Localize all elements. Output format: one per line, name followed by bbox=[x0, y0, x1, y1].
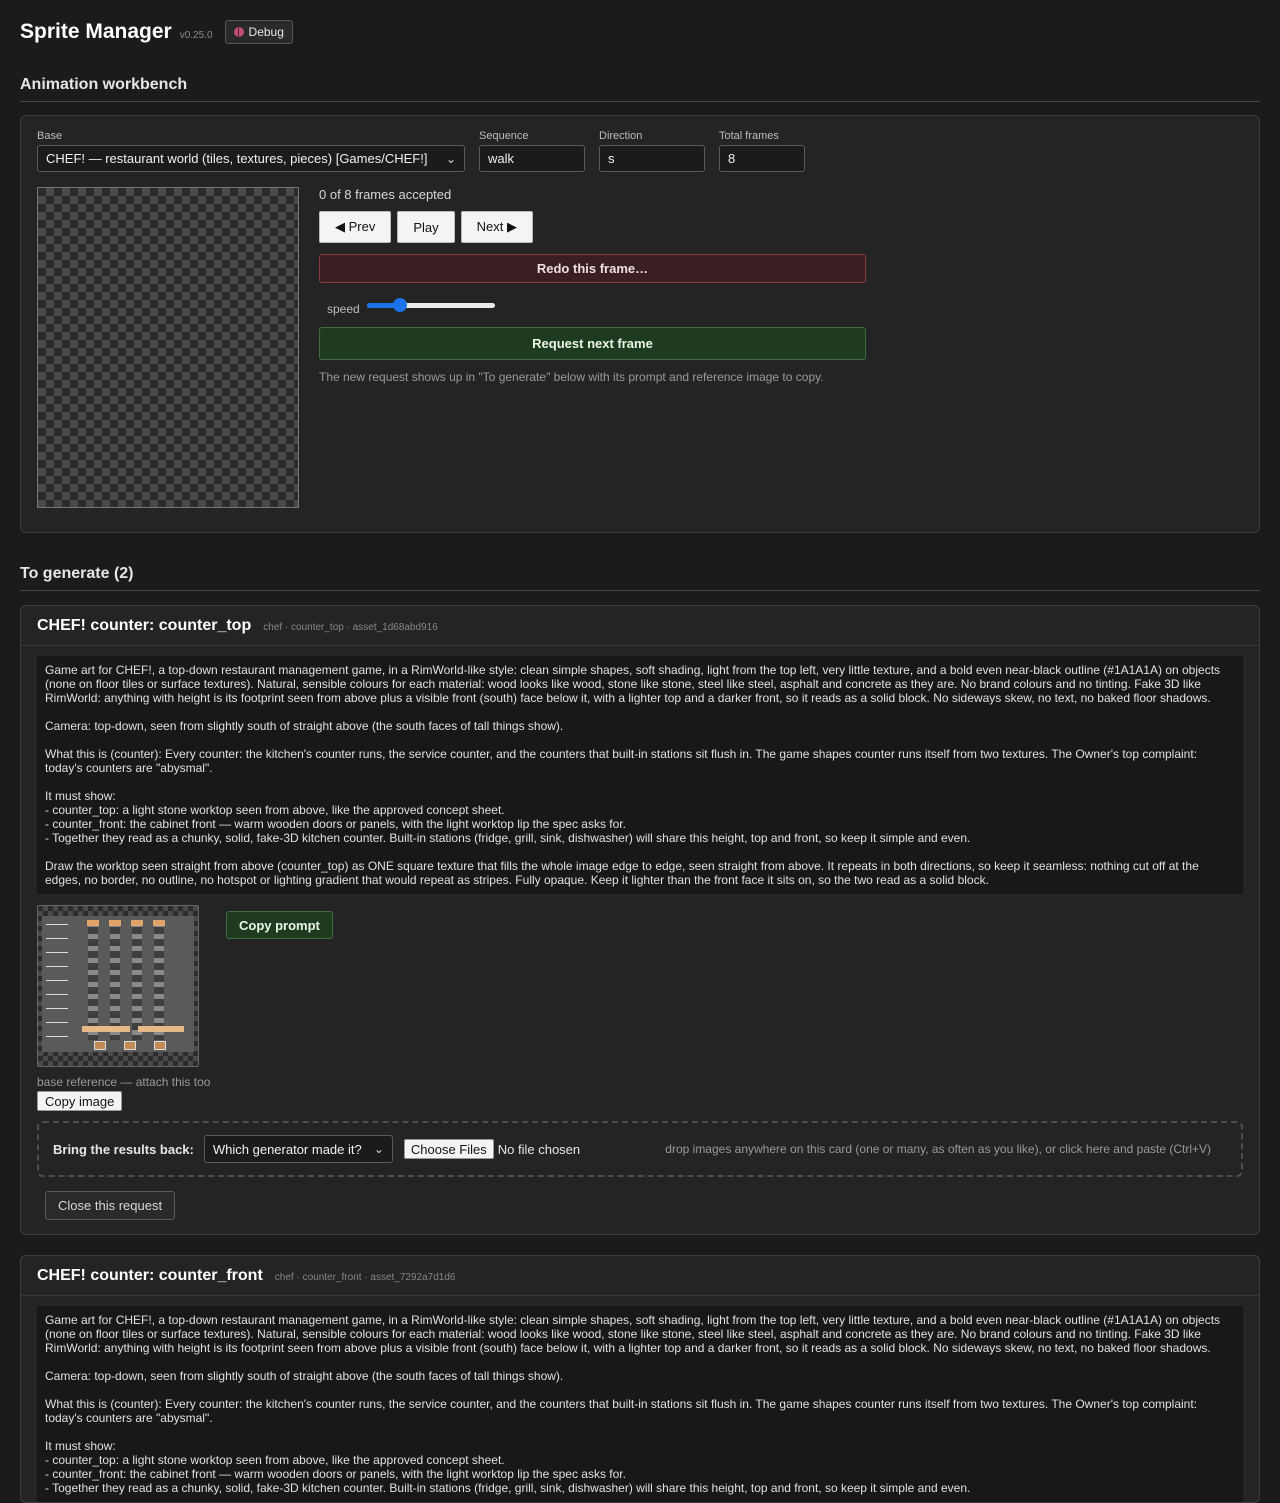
drop-hint: drop images anywhere on this card (one o… bbox=[665, 1142, 1211, 1156]
total-frames-label: Total frames bbox=[719, 130, 779, 142]
request-card: CHEF! counter: counter_top chef · counte… bbox=[20, 605, 1260, 1235]
debug-label: Debug bbox=[248, 25, 284, 39]
speed-label: speed bbox=[327, 302, 360, 316]
chevron-down-icon: ⌄ bbox=[373, 1142, 384, 1156]
generator-select-value: Which generator made it? bbox=[212, 1141, 362, 1157]
speed-slider[interactable] bbox=[366, 297, 495, 313]
speed-control: speed bbox=[319, 295, 867, 316]
close-request-button[interactable]: Close this request bbox=[45, 1191, 176, 1220]
workbench-section-title: Animation workbench bbox=[20, 64, 1260, 102]
request-meta: chef · counter_top · asset_1d68abd916 bbox=[263, 622, 438, 633]
choose-files-button[interactable]: Choose Files bbox=[403, 1139, 494, 1159]
base-field: Base CHEF! — restaurant world (tiles, te… bbox=[37, 130, 465, 172]
direction-field: Direction s bbox=[599, 130, 705, 172]
sequence-input[interactable]: walk bbox=[479, 145, 585, 172]
bring-results-label: Bring the results back: bbox=[53, 1141, 194, 1157]
playback-controls: ◀ Prev Play Next ▶ bbox=[319, 211, 867, 243]
base-select[interactable]: CHEF! — restaurant world (tiles, texture… bbox=[37, 145, 465, 172]
direction-label: Direction bbox=[599, 130, 643, 142]
total-frames-field: Total frames 8 bbox=[719, 130, 805, 172]
request-title: CHEF! counter: counter_front bbox=[37, 1267, 263, 1284]
speed-slider-thumb[interactable] bbox=[392, 298, 407, 312]
request-title: CHEF! counter: counter_top bbox=[37, 617, 252, 634]
reference-row: Copy prompt bbox=[37, 905, 1243, 1067]
sequence-field: Sequence walk bbox=[479, 130, 585, 172]
chevron-down-icon: ⌄ bbox=[445, 151, 456, 166]
prompt-text: Game art for CHEF!, a top-down restauran… bbox=[37, 1306, 1243, 1502]
workbench-body: 0 of 8 frames accepted ◀ Prev Play Next … bbox=[37, 187, 1243, 508]
concept-sheet-image bbox=[42, 916, 194, 1052]
base-select-value: CHEF! — restaurant world (tiles, texture… bbox=[46, 151, 428, 166]
prev-frame-button[interactable]: ◀ Prev bbox=[319, 211, 392, 243]
reference-caption: base reference — attach this too bbox=[37, 1075, 211, 1089]
animation-workbench: Base CHEF! — restaurant world (tiles, te… bbox=[20, 115, 1260, 533]
to-generate-section-title: To generate (2) bbox=[20, 553, 1260, 591]
copy-image-button[interactable]: Copy image bbox=[37, 1091, 123, 1111]
request-card-header: CHEF! counter: counter_front chef · coun… bbox=[21, 1256, 1259, 1296]
next-frame-button[interactable]: Next ▶ bbox=[460, 211, 533, 243]
direction-input[interactable]: s bbox=[599, 145, 705, 172]
base-label: Base bbox=[37, 130, 63, 142]
frame-controls: 0 of 8 frames accepted ◀ Prev Play Next … bbox=[319, 187, 867, 508]
request-card: CHEF! counter: counter_front chef · coun… bbox=[20, 1255, 1260, 1503]
bug-icon bbox=[233, 27, 244, 37]
total-frames-input[interactable]: 8 bbox=[719, 145, 805, 172]
frame-preview-canvas bbox=[37, 187, 299, 508]
reference-image-thumbnail bbox=[37, 905, 199, 1067]
play-button[interactable]: Play bbox=[397, 211, 455, 243]
app-version: v0.25.0 bbox=[179, 29, 213, 41]
copy-prompt-button[interactable]: Copy prompt bbox=[226, 911, 333, 939]
request-card-header: CHEF! counter: counter_top chef · counte… bbox=[21, 606, 1259, 646]
workbench-fields: Base CHEF! — restaurant world (tiles, te… bbox=[37, 130, 1243, 172]
results-dropzone[interactable]: Bring the results back: Which generator … bbox=[37, 1121, 1243, 1177]
request-meta: chef · counter_front · asset_7292a7d1d6 bbox=[274, 1272, 456, 1283]
app-header: Sprite Manager v0.25.0 Debug bbox=[20, 0, 1260, 64]
generator-select[interactable]: Which generator made it? ⌄ bbox=[203, 1135, 393, 1163]
debug-button[interactable]: Debug bbox=[224, 20, 293, 44]
request-hint: The new request shows up in "To generate… bbox=[319, 370, 824, 384]
frames-accepted-status: 0 of 8 frames accepted bbox=[319, 187, 452, 202]
app-title: Sprite Manager bbox=[20, 20, 172, 43]
prompt-text: Game art for CHEF!, a top-down restauran… bbox=[37, 656, 1243, 894]
request-next-frame-button[interactable]: Request next frame bbox=[319, 327, 866, 360]
no-file-chosen-label: No file chosen bbox=[497, 1141, 581, 1157]
redo-frame-button[interactable]: Redo this frame… bbox=[319, 254, 866, 283]
sequence-label: Sequence bbox=[479, 130, 529, 142]
page: Sprite Manager v0.25.0 Debug Animation w… bbox=[0, 0, 1280, 1503]
